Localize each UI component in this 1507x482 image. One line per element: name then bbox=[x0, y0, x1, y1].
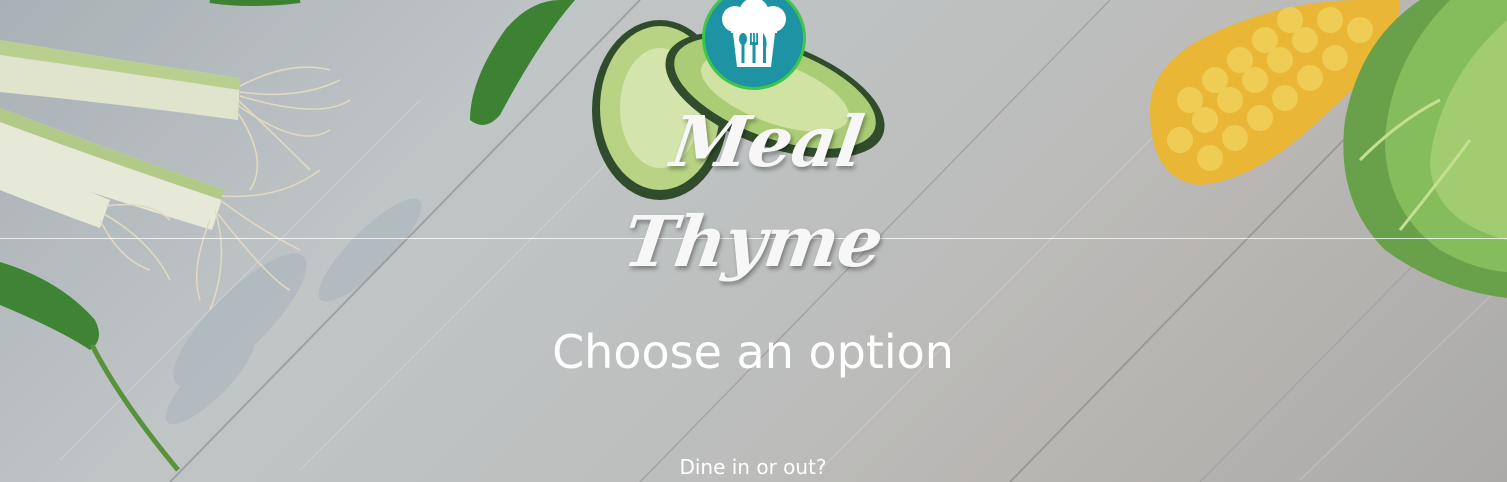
brand-logo-text[interactable]: Meal Thyme bbox=[526, 92, 994, 292]
landing-page: Meal Thyme Choose an option Dine in or o… bbox=[0, 0, 1507, 482]
chef-hat-utensils-icon bbox=[722, 0, 786, 67]
page-title: Choose an option bbox=[552, 325, 954, 379]
logo-badge[interactable] bbox=[702, 0, 806, 90]
dine-option-prompt: Dine in or out? bbox=[679, 455, 827, 479]
